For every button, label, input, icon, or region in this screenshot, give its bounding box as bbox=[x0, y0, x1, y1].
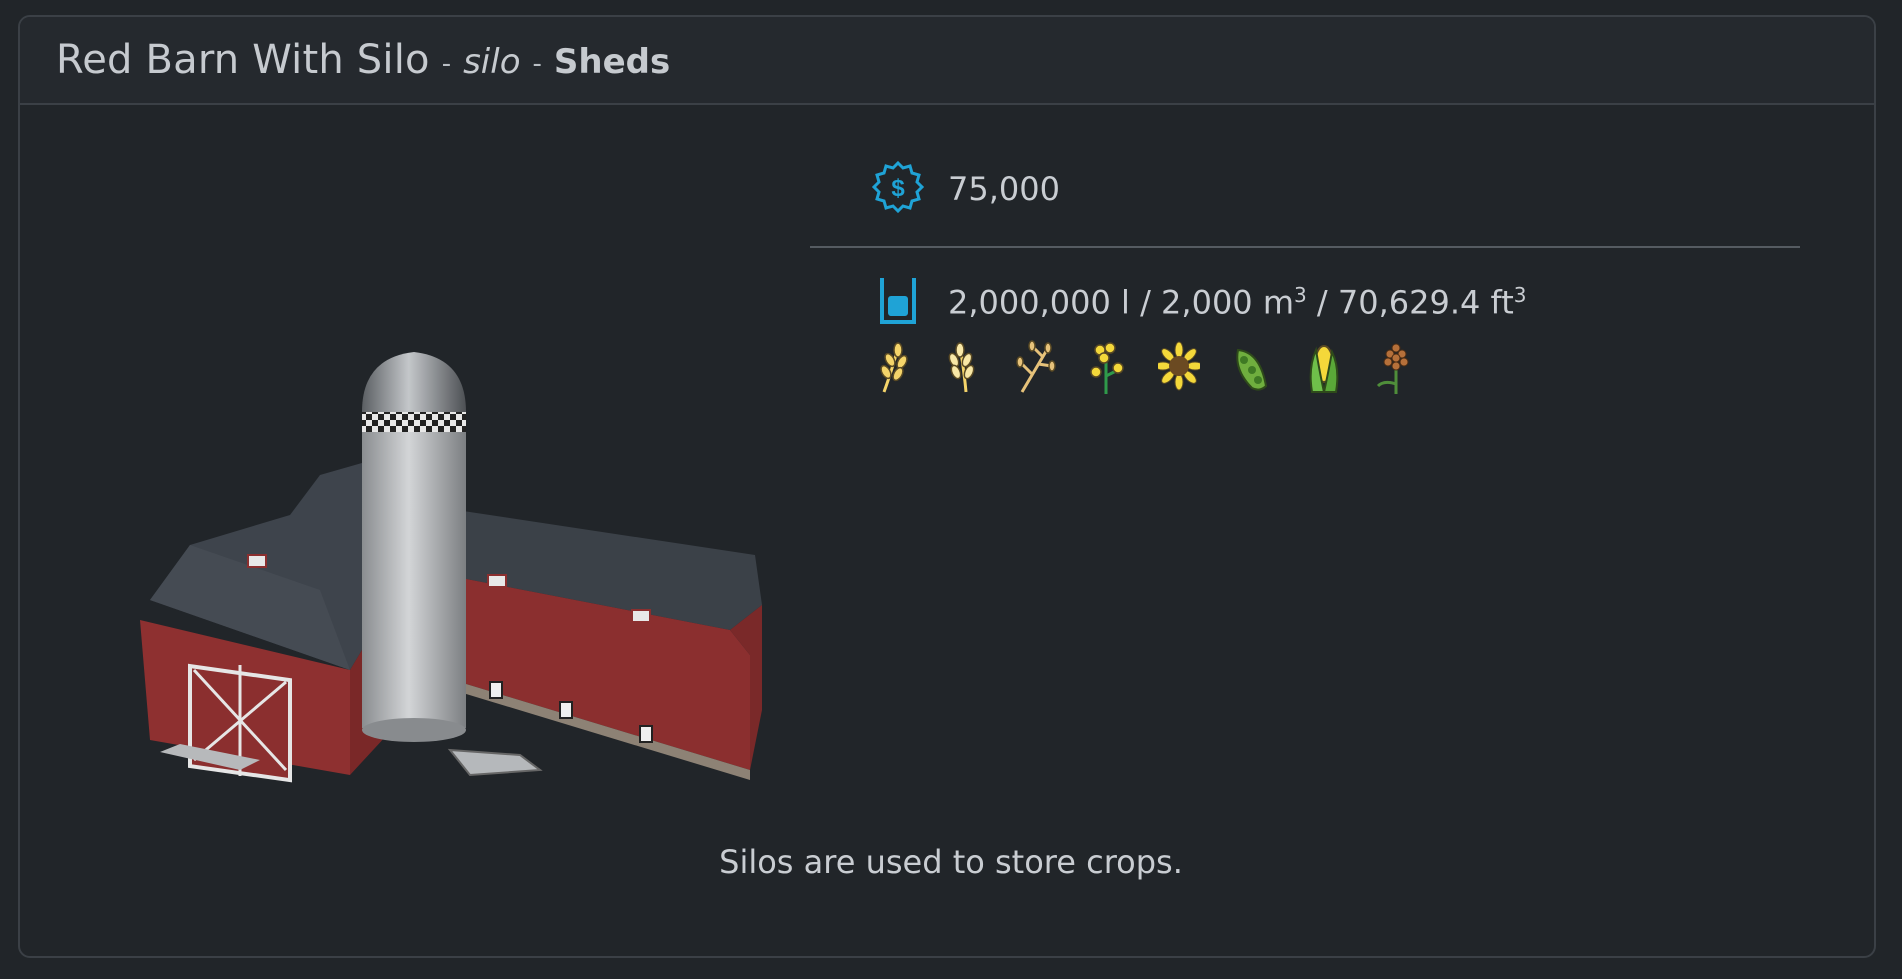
price-value: 75,000 bbox=[948, 170, 1060, 208]
card-header: Red Barn With Silo - silo - Sheds bbox=[20, 17, 1874, 105]
building-category: Sheds bbox=[553, 42, 671, 82]
capacity-exponent: 3 bbox=[1294, 282, 1307, 307]
capacity-value: 2,000,000 l / 2,000 m3 / 70,629.4 ft3 bbox=[948, 283, 1527, 322]
svg-text:$: $ bbox=[891, 175, 905, 202]
title-separator: - bbox=[532, 49, 542, 79]
price-row: $ 75,000 bbox=[810, 150, 1800, 248]
sorghum-icon bbox=[1374, 340, 1416, 396]
capacity-liters: 2,000,000 l bbox=[948, 283, 1130, 322]
barn-image bbox=[140, 352, 762, 783]
capacity-separator: / bbox=[1316, 283, 1328, 322]
oat-icon bbox=[1014, 340, 1056, 396]
building-info: $ 75,000 2,000,000 l / 2,000 m3 / 70,629… bbox=[810, 150, 1800, 396]
price-gear-icon: $ bbox=[870, 159, 926, 219]
capacity-m3: 2,000 m bbox=[1161, 283, 1294, 322]
wheat-icon bbox=[870, 340, 912, 396]
maize-icon bbox=[1302, 340, 1344, 396]
capacity-exponent: 3 bbox=[1513, 282, 1527, 307]
capacity-row: 2,000,000 l / 2,000 m3 / 70,629.4 ft3 bbox=[810, 268, 1800, 336]
building-description: Silos are used to store crops. bbox=[719, 843, 1183, 881]
title-separator: - bbox=[441, 49, 452, 79]
building-type: silo bbox=[463, 42, 521, 82]
sunflower-icon bbox=[1158, 340, 1200, 396]
fruit-types-list bbox=[810, 340, 1800, 396]
capacity-ft3: 70,629.4 ft bbox=[1337, 283, 1514, 322]
building-name: Red Barn With Silo bbox=[56, 37, 430, 83]
barley-icon bbox=[942, 340, 984, 396]
capacity-separator: / bbox=[1140, 283, 1151, 322]
soybean-icon bbox=[1230, 340, 1272, 396]
storage-icon bbox=[870, 272, 926, 332]
canola-icon bbox=[1086, 340, 1128, 396]
